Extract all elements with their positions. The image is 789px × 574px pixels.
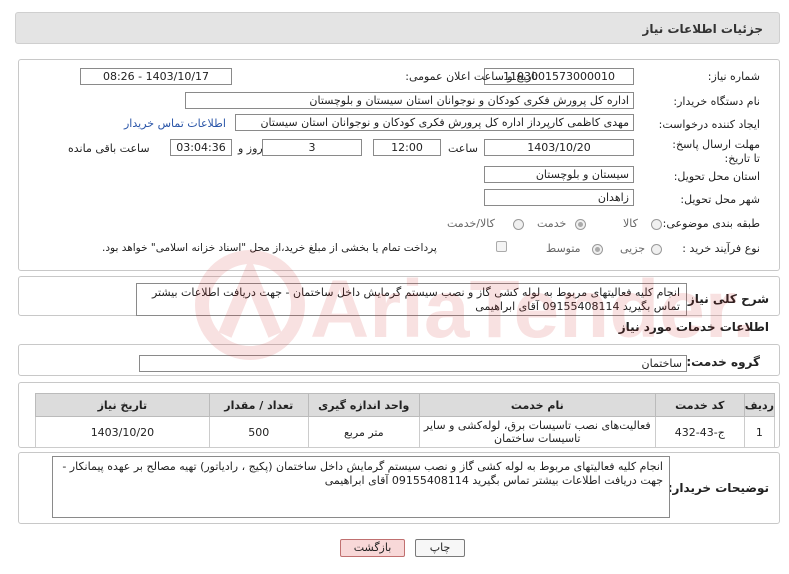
process-type-label: نوع فرآیند خرید : [682,242,760,255]
province-field: سیستان و بلوچستان [484,166,634,183]
city-field: زاهدان [484,189,634,206]
services-section-title: اطلاعات خدمات مورد نیاز [618,320,769,334]
deadline-time-label: ساعت [448,142,478,155]
category-radio-service[interactable] [575,219,586,230]
deadline-date-field: 1403/10/20 [484,139,634,156]
buyer-notes-label: توضیحات خریدار: [667,481,769,495]
announce-date-field: 1403/10/17 - 08:26 [80,68,232,85]
category-option-goods: کالا [623,217,638,230]
creator-label: ایجاد کننده درخواست: [658,118,760,131]
summary-textarea: انجام کلیه فعالیتهای مربوط به لوله کشی گ… [136,283,687,316]
buyer-field: اداره کل پرورش فکری کودکان و نوجوانان اس… [185,92,634,109]
col-service-name: نام خدمت [418,393,656,417]
page-header: جزئیات اطلاعات نیاز [15,12,780,44]
col-need-date: تاریخ نیاز [35,393,210,417]
process-option-medium: متوسط [546,242,581,255]
buyer-label: نام دستگاه خریدار: [673,95,760,108]
category-option-service: خدمت [537,217,567,230]
announce-date-label: تاریخ و ساعت اعلان عمومی: [405,70,538,83]
page-title: جزئیات اطلاعات نیاز [642,22,763,36]
table-row: 1 ج-43-432 فعالیت‌های نصب تاسیسات برق، ل… [35,416,776,448]
print-button[interactable]: چاپ [415,539,465,557]
creator-field: مهدی کاظمی کارپرداز اداره کل پرورش فکری … [235,114,634,131]
treasury-payment-checkbox[interactable] [496,241,507,252]
services-table-header: ردیف کد خدمت نام خدمت واحد اندازه گیری ت… [35,393,776,417]
buyer-notes-textarea: انجام کلیه فعالیتهای مربوط به لوله کشی گ… [52,456,670,518]
buyer-contact-link[interactable]: اطلاعات تماس خریدار [124,117,226,130]
col-unit: واحد اندازه گیری [307,393,420,417]
process-radio-medium[interactable] [592,244,603,255]
need-number-label: شماره نیاز: [707,70,760,83]
deadline-label: مهلت ارسال پاسخ: تا تاریخ: [672,138,760,165]
treasury-payment-note: پرداخت تمام یا بخشی از مبلغ خرید،از محل … [102,242,437,254]
days-label: روز و [238,142,263,155]
province-label: استان محل تحویل: [673,170,760,183]
category-radio-goods-service[interactable] [513,219,524,230]
service-group-field: ساختمان [139,355,687,372]
col-service-code: کد خدمت [654,393,745,417]
category-radio-goods[interactable] [651,219,662,230]
process-radio-minor[interactable] [651,244,662,255]
cell-service-name: فعالیت‌های نصب تاسیسات برق، لوله‌کشی و س… [418,416,656,448]
category-label: طبقه بندی موضوعی: [662,217,760,230]
services-table: ردیف کد خدمت نام خدمت واحد اندازه گیری ت… [35,393,776,448]
col-quantity: تعداد / مقدار [208,393,309,417]
summary-label: شرح کلی نیاز: [683,292,769,306]
cell-quantity: 500 [208,416,309,448]
col-row-number: ردیف [743,393,776,417]
remaining-time-field: 03:04:36 [170,139,232,156]
cell-service-code: ج-43-432 [654,416,745,448]
deadline-time-field: 12:00 [373,139,441,156]
remaining-days-field: 3 [262,139,362,156]
process-option-minor: جزیی [620,242,646,255]
cell-unit: متر مربع [307,416,420,448]
back-button[interactable]: بازگشت [340,539,405,557]
remaining-time-label: ساعت باقی مانده [68,142,150,155]
category-option-goods-service: کالا/خدمت [447,217,495,230]
service-group-label: گروه خدمت: [686,355,760,369]
cell-need-date: 1403/10/20 [35,416,210,448]
cell-row-number: 1 [743,416,776,448]
city-label: شهر محل تحویل: [680,193,760,206]
